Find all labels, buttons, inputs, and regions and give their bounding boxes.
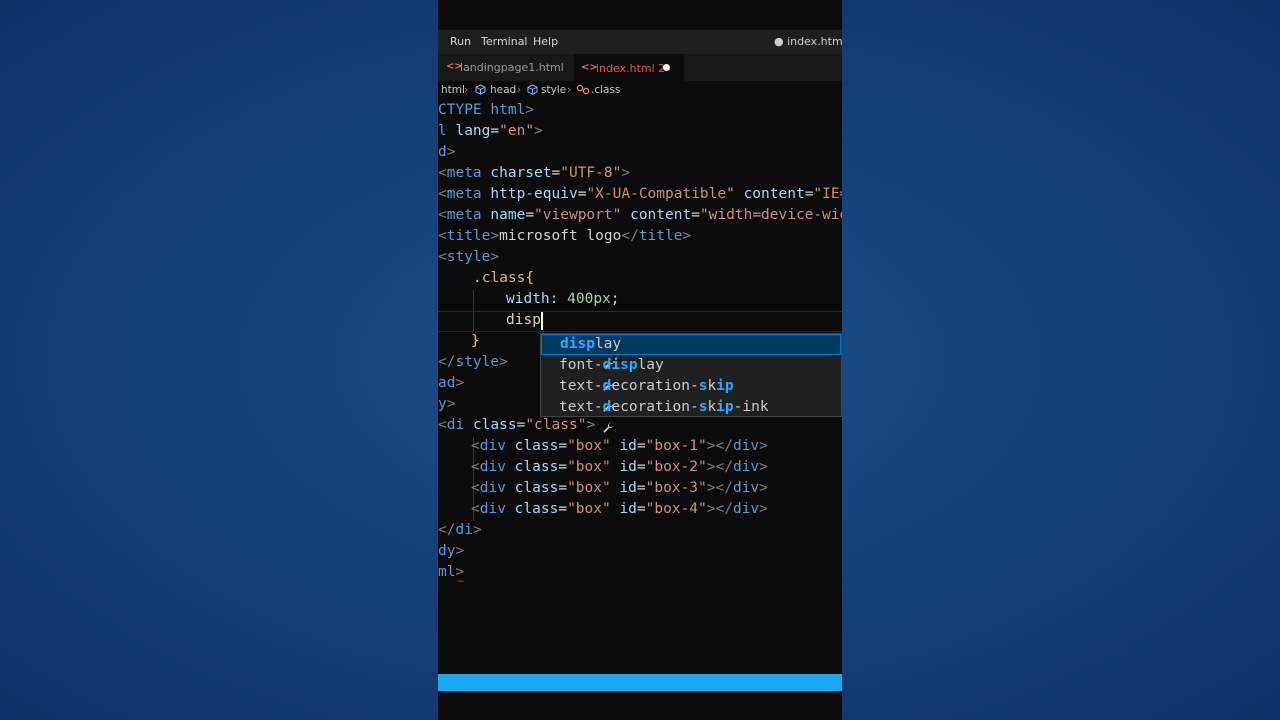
code-line: .class{ (473, 270, 535, 286)
menu-terminal[interactable]: Terminal (481, 35, 528, 48)
error-squiggle: ~ (457, 577, 465, 587)
code-line: } (471, 333, 480, 349)
wrench-icon (544, 397, 613, 462)
status-bar (438, 674, 842, 691)
code-line: <meta charset="UTF-8"> (438, 165, 631, 181)
code-line: <div class="box" id="box-4"></div> (471, 501, 768, 517)
autocomplete-popup: display font-display text-decoration-ski… (540, 333, 842, 433)
chevron-right-icon: › (567, 84, 572, 96)
code-line: </di> (438, 522, 482, 538)
suggestion-item[interactable]: text-decoration-skip-ink (541, 397, 841, 433)
code-line: CTYPE html> (438, 102, 535, 118)
code-line: <meta http-equiv="X-UA-Compatible" conte… (438, 186, 842, 202)
code-line: <style> (438, 249, 500, 265)
code-line: </style> (438, 354, 508, 370)
suggestion-item[interactable]: text-decoration-skip (541, 376, 841, 412)
breadcrumb-class[interactable]: .class (591, 84, 620, 96)
element-cube-icon (475, 84, 486, 98)
code-line: y> (438, 396, 456, 412)
menu-run[interactable]: Run (450, 35, 471, 48)
window-title: ● index.html - in (774, 35, 842, 48)
breadcrumb-html[interactable]: html (441, 84, 465, 96)
chevron-right-icon: › (517, 84, 522, 96)
code-line: <title>microsoft logo</title> (438, 228, 692, 244)
breadcrumb-head[interactable]: head (490, 84, 516, 96)
element-cube-icon (527, 84, 538, 98)
code-line: l lang="en"> (438, 123, 543, 139)
code-line: <div class="box" id="box-2"></div> (471, 459, 768, 475)
code-line: <meta name="viewport" content="width=dev… (438, 207, 842, 223)
code-line: d> (438, 144, 456, 160)
current-line-highlight (438, 311, 842, 332)
code-line: dy> (438, 543, 465, 559)
menu-bar: Run Terminal Help ● index.html - in (438, 30, 842, 54)
code-line: <div class="box" id="box-3"></div> (471, 480, 768, 496)
suggestion-item[interactable]: display (541, 334, 841, 369)
unsaved-dot-icon[interactable] (663, 64, 670, 71)
editor-window: Run Terminal Help ● index.html - in <> l… (438, 0, 842, 720)
code-line: width: 400px; (506, 291, 620, 307)
tab-label: index.html 2 (596, 62, 666, 75)
tab-landingpage1[interactable]: <> landingpage1.html (438, 54, 574, 81)
breadcrumb: html › head › style › .class (438, 81, 842, 101)
tab-index[interactable]: <> index.html 2 (574, 54, 684, 82)
tab-bar: <> landingpage1.html <> index.html 2 (438, 54, 842, 82)
code-line: <div class="box" id="box-1"></div> (471, 438, 768, 454)
css-rule-icon (576, 84, 590, 98)
text-cursor (541, 312, 543, 330)
chevron-right-icon: › (464, 84, 469, 96)
menu-help[interactable]: Help (533, 35, 558, 48)
breadcrumb-style[interactable]: style (541, 84, 566, 96)
code-line-current: disp (506, 312, 541, 328)
code-line: ad> (438, 375, 465, 391)
tab-label: landingpage1.html (460, 61, 564, 74)
suggestion-item[interactable]: font-display (541, 355, 841, 391)
